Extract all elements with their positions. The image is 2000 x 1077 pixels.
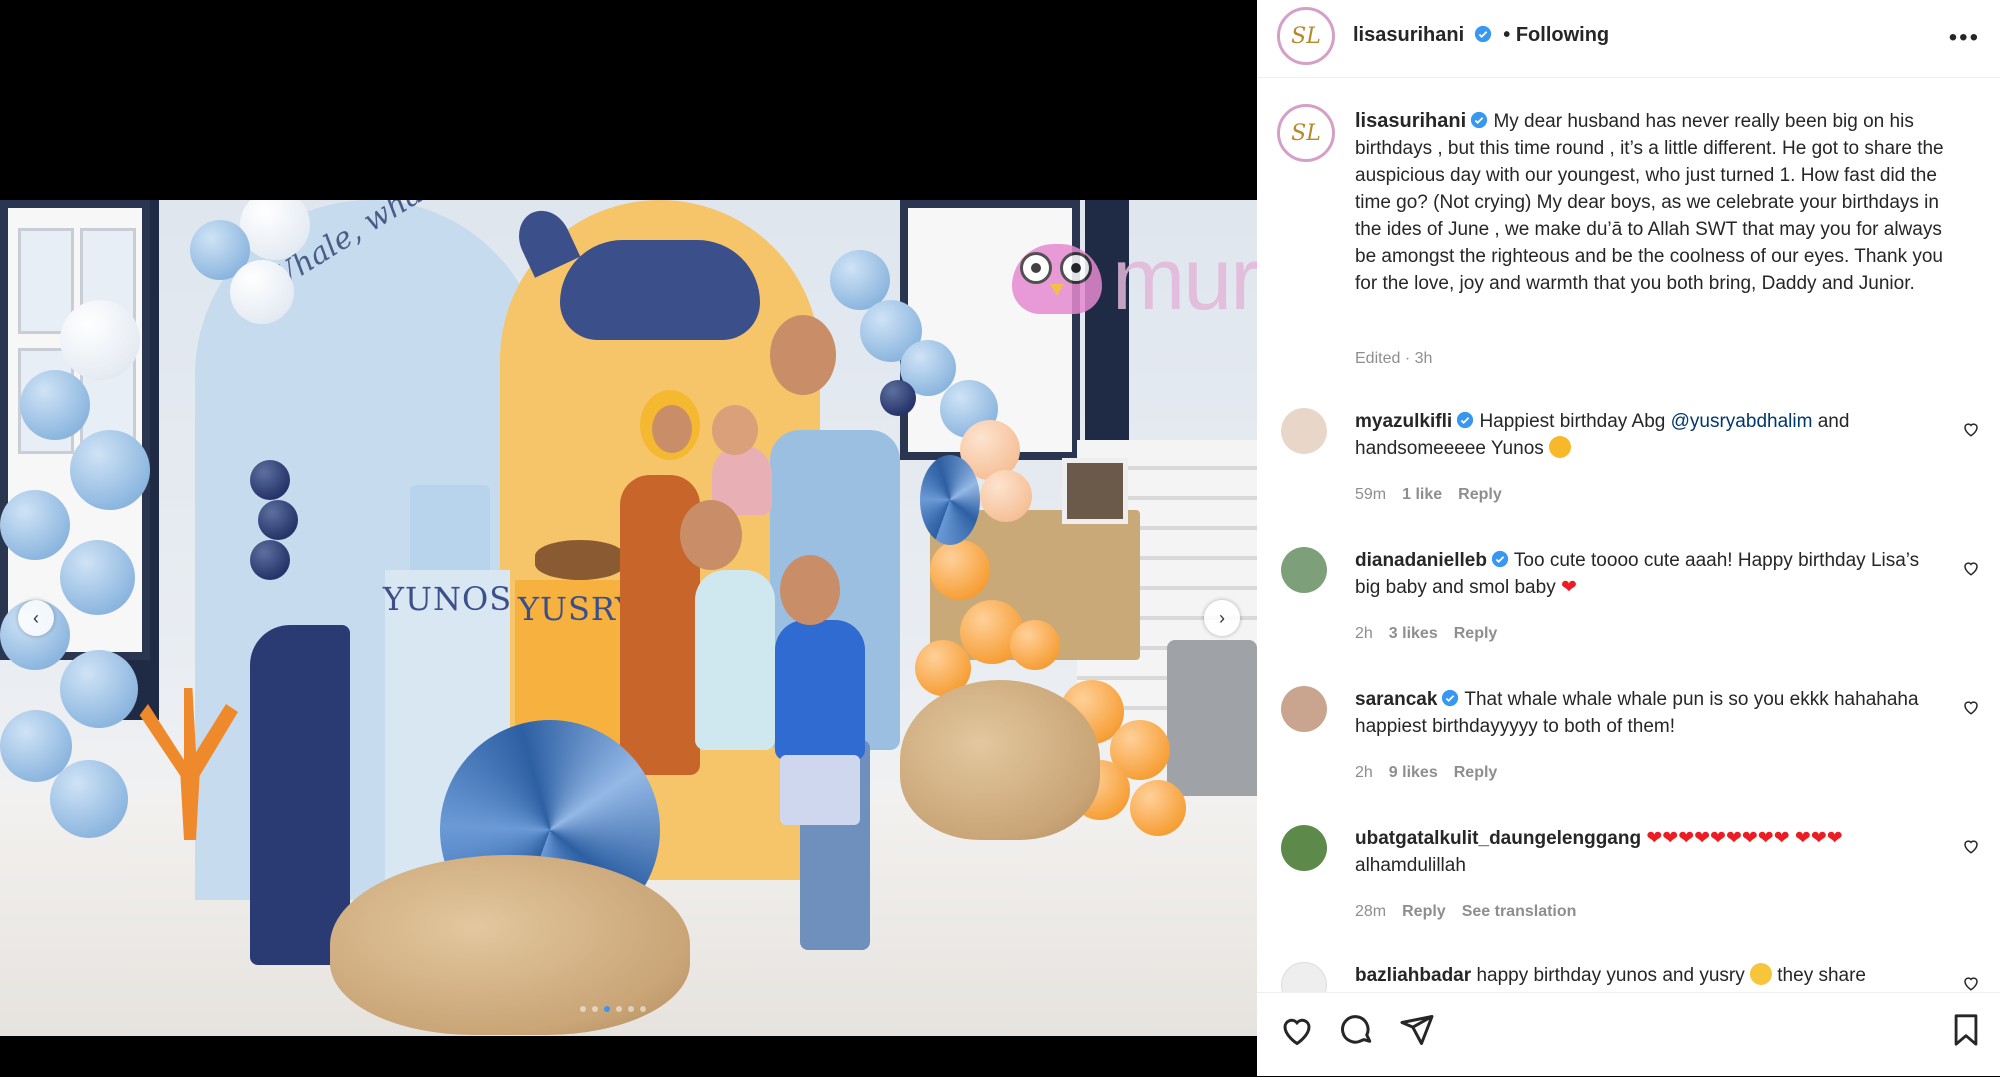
watermark-text: murai xyxy=(1112,229,1257,328)
red-heart-emoji: ❤❤❤ xyxy=(1794,828,1843,849)
following-button[interactable]: • Following xyxy=(1503,24,1609,46)
likes-count[interactable]: 9 likes xyxy=(1389,764,1438,782)
carousel-dot xyxy=(640,1006,646,1012)
likes-count[interactable]: 3 likes xyxy=(1389,625,1438,643)
share-icon[interactable] xyxy=(1399,1012,1435,1048)
post-header: SL lisasurihani • Following ••• xyxy=(1257,0,2000,78)
post-caption: lisasurihani My dear husband has never r… xyxy=(1355,108,1955,297)
verified-badge-icon xyxy=(1471,111,1488,129)
comment: bazliahbadar happy birthday yunos and yu… xyxy=(1257,962,2000,992)
balloon xyxy=(60,650,138,728)
carousel-dot xyxy=(580,1006,586,1012)
balloon xyxy=(20,370,90,440)
balloon xyxy=(880,380,916,416)
comment-like-heart-icon[interactable] xyxy=(1962,698,1980,716)
chevron-right-icon: › xyxy=(1219,607,1225,628)
reply-button[interactable]: Reply xyxy=(1458,486,1502,504)
number-one-balloon xyxy=(250,625,350,965)
verified-badge-icon xyxy=(1457,411,1474,429)
owl-logo-icon xyxy=(1012,244,1102,314)
palm-fan-decoration xyxy=(920,455,980,545)
avatar[interactable]: SL xyxy=(1277,7,1335,65)
balloon xyxy=(60,300,140,380)
chevron-left-icon: ‹ xyxy=(33,607,39,628)
birthday-cake xyxy=(410,485,490,575)
caption-avatar[interactable]: SL xyxy=(1277,104,1335,162)
next-slide-button[interactable]: › xyxy=(1204,600,1240,636)
comment-meta: 2h 3 likes Reply xyxy=(1355,625,1498,643)
verified-badge-icon xyxy=(1442,689,1459,707)
caption-text: My dear husband has never really been bi… xyxy=(1355,111,1944,294)
carousel-dot xyxy=(604,1006,610,1012)
post-media: Whale, whale, whale... it's your birthda… xyxy=(0,0,1257,1076)
person-boy xyxy=(775,620,865,760)
verified-badge-icon xyxy=(1474,25,1491,43)
comment-meta: 28m Reply See translation xyxy=(1355,903,1577,921)
bookmark-icon[interactable] xyxy=(1949,1012,1983,1048)
avatar[interactable] xyxy=(1281,686,1327,732)
post-sidebar: SL lisasurihani • Following ••• SL lisas… xyxy=(1257,0,2000,1076)
heart-icon[interactable] xyxy=(1279,1012,1315,1048)
carousel-indicator xyxy=(580,1006,646,1012)
comment-like-heart-icon[interactable] xyxy=(1962,974,1980,992)
star-eyes-emoji-icon xyxy=(1549,436,1572,458)
balloon xyxy=(980,470,1032,522)
murai-watermark: murai xyxy=(1012,228,1257,330)
avatar[interactable] xyxy=(1281,962,1327,992)
comment-meta: 2h 9 likes Reply xyxy=(1355,764,1498,782)
balloon xyxy=(230,260,294,324)
balloon xyxy=(50,760,128,838)
comment-text: bazliahbadar happy birthday yunos and yu… xyxy=(1355,963,1866,986)
balloon xyxy=(0,490,70,560)
balloon xyxy=(250,460,290,500)
comment-like-heart-icon[interactable] xyxy=(1962,837,1980,855)
balloon xyxy=(1130,780,1186,836)
comment-meta: 59m 1 like Reply xyxy=(1355,486,1502,504)
comment-text: dianadanielleb Too cute toooo cute aaah!… xyxy=(1355,550,1920,598)
header-user: lisasurihani • Following xyxy=(1353,24,1609,47)
reply-button[interactable]: Reply xyxy=(1454,625,1498,643)
balloon xyxy=(1010,620,1060,670)
carousel-dot xyxy=(616,1006,622,1012)
caption-username[interactable]: lisasurihani xyxy=(1355,110,1466,132)
red-heart-emoji: ❤❤❤❤❤❤❤❤❤ xyxy=(1646,828,1790,849)
comment-text: myazulkifli Happiest birthday Abg @yusry… xyxy=(1355,411,1850,459)
person-girl xyxy=(695,570,775,750)
avatar[interactable] xyxy=(1281,408,1327,454)
reply-button[interactable]: Reply xyxy=(1454,764,1498,782)
photo-frame xyxy=(1062,458,1128,524)
mention-link[interactable]: @yusryabdhalim xyxy=(1671,411,1813,432)
see-translation-button[interactable]: See translation xyxy=(1462,903,1577,921)
reply-button[interactable]: Reply xyxy=(1402,903,1446,921)
person-father-head xyxy=(770,315,836,395)
lion-plush xyxy=(900,680,1100,840)
balloon xyxy=(250,540,290,580)
caption-meta: Edited · 3h xyxy=(1355,350,1433,367)
comment-icon[interactable] xyxy=(1339,1012,1375,1048)
balloon xyxy=(930,540,990,600)
balloon xyxy=(258,500,298,540)
balloon xyxy=(70,430,150,510)
likes-count[interactable]: 1 like xyxy=(1402,486,1442,504)
more-options-icon[interactable]: ••• xyxy=(1949,24,1980,52)
whale-decoration xyxy=(560,240,760,340)
carousel-dot xyxy=(628,1006,634,1012)
avatar[interactable] xyxy=(1281,825,1327,871)
comment-like-heart-icon[interactable] xyxy=(1962,420,1980,438)
comment-text: ubatgatalkulit_daungelenggang ❤❤❤❤❤❤❤❤❤ … xyxy=(1355,828,1843,876)
carousel-dot xyxy=(592,1006,598,1012)
avatar[interactable] xyxy=(1281,547,1327,593)
balloon xyxy=(60,540,135,615)
username-link[interactable]: lisasurihani xyxy=(1353,24,1464,46)
smiling-face-emoji-icon xyxy=(1750,963,1772,985)
previous-slide-button[interactable]: ‹ xyxy=(18,600,54,636)
comment-text: sarancak That whale whale whale pun is s… xyxy=(1355,689,1919,737)
birthday-cake xyxy=(535,540,625,580)
red-heart-emoji: ❤ xyxy=(1560,577,1577,598)
comment-like-heart-icon[interactable] xyxy=(1962,559,1980,577)
verified-badge-icon xyxy=(1491,550,1509,568)
